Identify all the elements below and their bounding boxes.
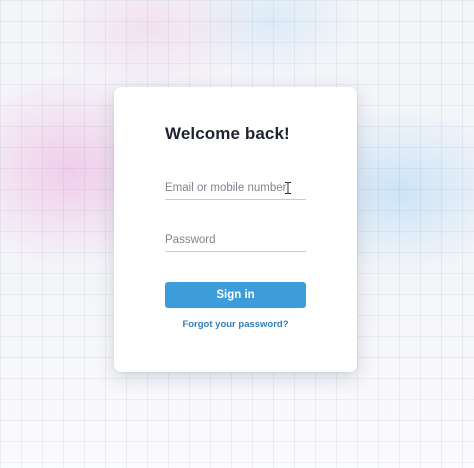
- page-title: Welcome back!: [165, 124, 290, 143]
- password-field[interactable]: [165, 229, 306, 251]
- text-cursor-icon: [285, 182, 291, 194]
- forgot-password-link[interactable]: Forgot your password?: [165, 319, 306, 330]
- sign-in-button[interactable]: Sign in: [165, 282, 306, 308]
- password-field-wrapper: [165, 229, 306, 252]
- login-card: Welcome back! Sign in Forgot your passwo…: [114, 87, 357, 372]
